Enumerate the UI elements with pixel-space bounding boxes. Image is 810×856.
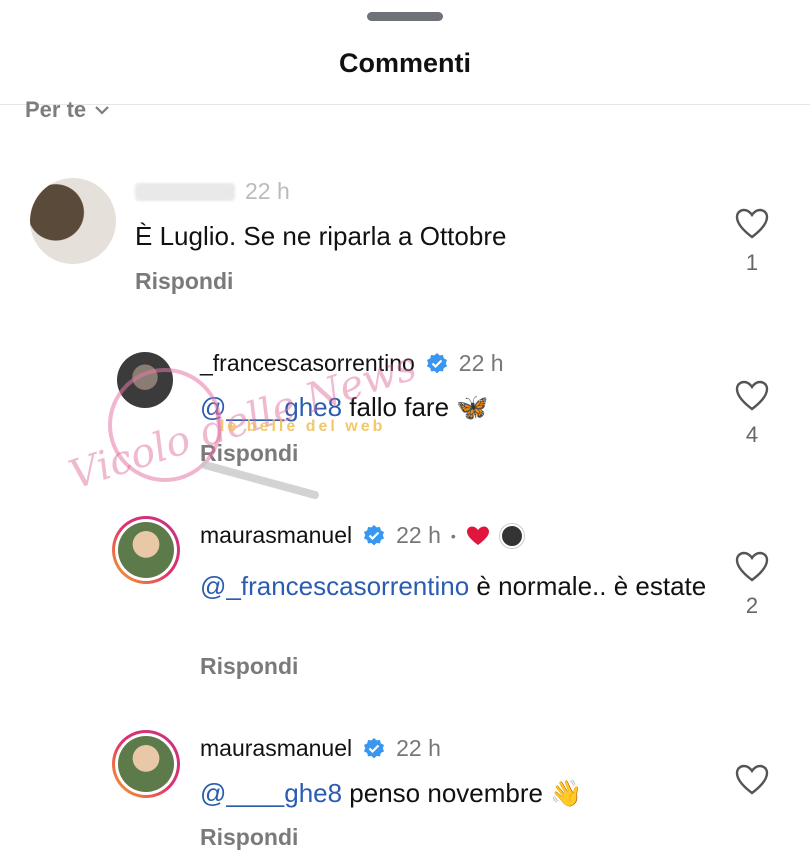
comment-text: È Luglio. Se ne riparla a Ottobre [135,221,507,251]
mention-link[interactable]: @____ghe8 [200,778,342,808]
reply-button[interactable]: Rispondi [200,824,298,851]
heart-icon [735,208,769,239]
header-divider [0,104,810,105]
comment-text: @____ghe8 penso novembre 👋 [200,776,583,811]
like-count: 1 [745,250,759,275]
comments-sheet: Commenti Per te 22 h È Luglio. Se ne rip… [0,0,810,856]
heart-icon [735,551,769,582]
like-count: 2 [745,593,759,618]
heart-icon [735,764,769,795]
creator-liked-heart-icon [466,526,489,545]
separator-dot: • [450,527,456,544]
mention-link[interactable]: @_francescasorrentino [200,571,469,601]
comment-time: 22 h [396,735,441,761]
sort-dropdown[interactable]: Per te [25,97,110,123]
like-count: 4 [745,422,759,447]
comment-time: 22 h [458,350,504,376]
like-button[interactable]: 2 [732,551,772,619]
comment-meta: 22 h [135,178,290,205]
like-button[interactable]: 4 [732,380,772,448]
chevron-down-icon [95,106,109,115]
sheet-title: Commenti [338,48,471,78]
verified-badge-icon [364,737,385,758]
reply-button[interactable]: Rispondi [135,268,233,295]
creator-avatar [499,523,524,548]
avatar[interactable] [30,178,116,264]
verified-badge-icon [426,352,447,373]
comment-username[interactable]: maurasmanuel [200,522,352,549]
reply-button[interactable]: Rispondi [200,653,298,680]
verified-badge-icon [364,524,385,545]
username-redacted[interactable] [135,182,235,201]
avatar[interactable] [112,516,180,584]
sheet-grabber[interactable] [367,12,443,21]
comment-time: 22 h [396,522,441,548]
avatar[interactable] [112,730,180,798]
comment-username[interactable]: maurasmanuel [200,735,352,762]
comment-body: penso novembre 👋 [342,778,583,808]
like-button[interactable]: 1 [732,208,772,276]
comment-time: 22 h [245,178,290,204]
like-button[interactable] [732,764,772,806]
comment-body: è normale.. è estate [469,571,707,601]
avatar[interactable] [117,352,173,408]
sort-label: Per te [25,97,87,122]
heart-icon [735,380,769,411]
comment-text: @_francescasorrentino è normale.. è esta… [200,569,720,604]
comment-meta: maurasmanuel 22 h [200,735,441,762]
watermark-subtext: le belle del web [220,418,386,435]
comment-meta: maurasmanuel 22 h • [200,522,524,549]
